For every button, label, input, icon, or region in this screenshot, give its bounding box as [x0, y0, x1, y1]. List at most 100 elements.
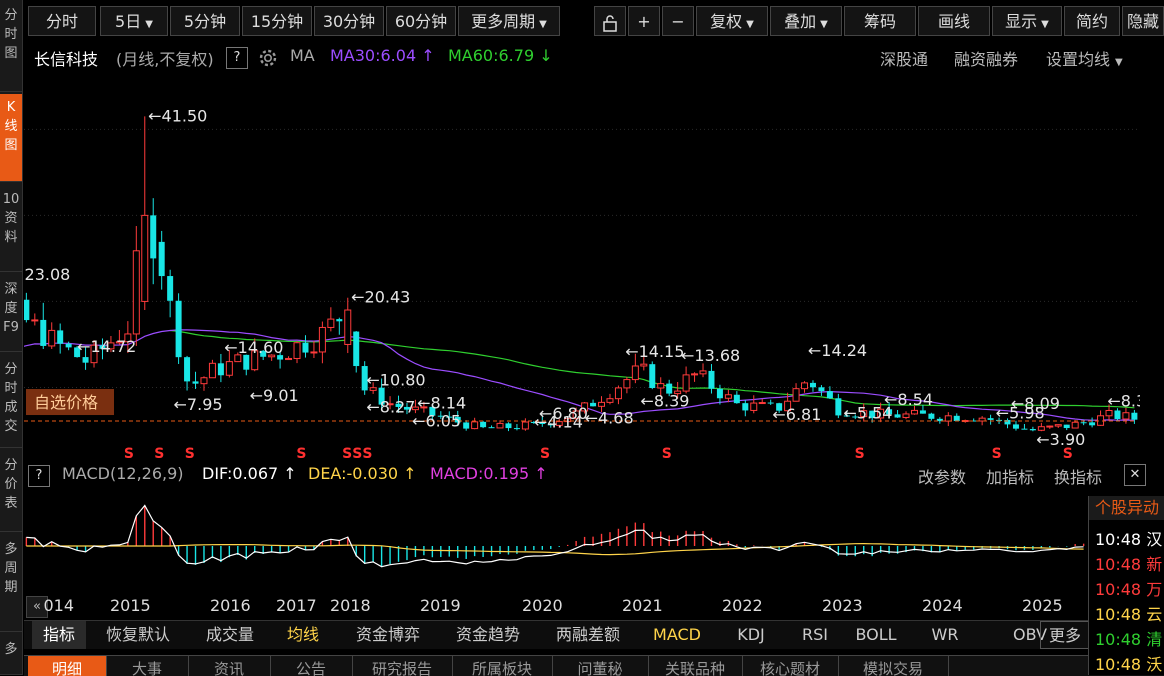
- candle-body: [132, 250, 140, 335]
- indicator-tab[interactable]: BOLL: [846, 621, 906, 649]
- min5-button[interactable]: 5分钟: [170, 6, 240, 36]
- jianyue-button[interactable]: 简约: [1064, 6, 1120, 36]
- left-tab-3[interactable]: 深 度 F9: [0, 274, 22, 352]
- indicator-tab[interactable]: 更多: [1040, 621, 1090, 649]
- huaxian-button[interactable]: 画线: [918, 6, 990, 36]
- candle-body: [505, 423, 512, 429]
- price-annotation: ←8.39: [640, 391, 689, 410]
- yincang-button[interactable]: 隐藏: [1122, 6, 1164, 36]
- bottom-tab[interactable]: 大事: [106, 656, 189, 676]
- params-button[interactable]: 改参数: [918, 464, 966, 488]
- price-annotation: ←14.60: [224, 338, 283, 357]
- xianshi-label: 显示: [1005, 12, 1038, 31]
- dif-text: DIF:0.067: [202, 464, 279, 483]
- alerts-title: 个股异动: [1089, 496, 1164, 520]
- bottom-tab[interactable]: 明细: [28, 656, 107, 676]
- price-annotation: ←8.27: [366, 397, 415, 416]
- period-5d-dropdown[interactable]: 5日 ▼: [100, 6, 168, 36]
- alert-row[interactable]: 10:48 万: [1095, 576, 1162, 600]
- zixuan-price-text: 自选价格: [34, 393, 98, 412]
- bottom-tab[interactable]: 所属板块: [452, 656, 553, 676]
- s-marker-icon[interactable]: S: [540, 446, 550, 460]
- alert-row[interactable]: 10:48 汉: [1095, 526, 1162, 550]
- lock-button[interactable]: [594, 6, 626, 36]
- indicator-tab[interactable]: 均线: [278, 621, 328, 649]
- candle-body: [200, 377, 208, 385]
- s-marker-icon[interactable]: S: [124, 446, 134, 460]
- indicator-tab[interactable]: RSI: [790, 621, 840, 649]
- margin-link[interactable]: 融资融券: [954, 46, 1018, 70]
- chouma-button[interactable]: 筹码: [844, 6, 916, 36]
- left-tab-4[interactable]: 分 时 成 交: [0, 354, 22, 448]
- s-marker-icon[interactable]: S: [992, 446, 1002, 460]
- indicator-tab[interactable]: 资金趋势: [442, 621, 534, 649]
- bottom-tab[interactable]: 资讯: [188, 656, 271, 676]
- candle-body: [598, 401, 606, 407]
- s-marker-icon[interactable]: S: [342, 446, 352, 460]
- bottom-tab[interactable]: 模拟交易: [838, 656, 949, 676]
- indicator-tab[interactable]: MACD: [642, 621, 712, 649]
- more-periods-dropdown[interactable]: 更多周期 ▼: [458, 6, 560, 36]
- left-sidebar: 分 时 图K 线 图 10 资 料深 度 F9 分 时 成 交分 价 表多 周 期多: [0, 0, 23, 675]
- year-axis: « 20142015201620172018201920202021202220…: [24, 596, 1088, 618]
- bottom-tab[interactable]: 研究报告: [352, 656, 453, 676]
- close-icon[interactable]: ✕: [1124, 464, 1146, 486]
- min15-button[interactable]: 15分钟: [242, 6, 312, 36]
- candle-body: [1046, 425, 1054, 428]
- bottom-tab[interactable]: 关联品种: [648, 656, 743, 676]
- kline-chart[interactable]: 自选价格 ←41.50 ←23.08 ←14.72 ←20.43 ←14.60 ←9.01…: [24, 72, 1140, 460]
- left-tab-6[interactable]: 多 周 期: [0, 534, 22, 632]
- bottom-tab[interactable]: 问董秘: [552, 656, 649, 676]
- zoom-in-button[interactable]: +: [628, 6, 660, 36]
- s-marker-icon[interactable]: S: [1063, 446, 1073, 460]
- left-tab-5[interactable]: 分 价 表: [0, 450, 22, 532]
- s-marker-icon[interactable]: S: [362, 446, 372, 460]
- macd-chart[interactable]: [24, 490, 1088, 594]
- candle-body: [733, 394, 740, 404]
- bottom-tab[interactable]: 核心题材: [742, 656, 839, 676]
- indicator-tab[interactable]: 恢复默认: [94, 621, 182, 649]
- dif-value: DIF:0.067 ↑: [202, 464, 297, 483]
- indicator-tab[interactable]: 资金博弈: [342, 621, 434, 649]
- left-tab-7[interactable]: 多: [0, 634, 22, 675]
- zixuan-price-label[interactable]: 自选价格: [26, 389, 114, 416]
- s-marker-icon[interactable]: S: [296, 446, 306, 460]
- add-indicator-button[interactable]: 加指标: [986, 464, 1034, 488]
- indicator-tab[interactable]: 两融差额: [542, 621, 634, 649]
- min60-label: 60分钟: [394, 12, 448, 31]
- help-button[interactable]: ?: [226, 47, 248, 69]
- price-annotation: ←41.50: [148, 106, 207, 125]
- alert-row[interactable]: 10:48 清: [1095, 626, 1162, 650]
- alert-row[interactable]: 10:48 新: [1095, 551, 1162, 575]
- bottom-tab[interactable]: 公告: [270, 656, 353, 676]
- alert-row[interactable]: 10:48 云: [1095, 601, 1162, 625]
- left-tab-0[interactable]: 分 时 图: [0, 0, 22, 92]
- indicator-tab[interactable]: KDJ: [724, 621, 778, 649]
- s-marker-icon[interactable]: S: [855, 446, 865, 460]
- set-ma-dropdown[interactable]: 设置均线 ▼: [1046, 46, 1123, 70]
- left-tab-1[interactable]: K 线 图: [0, 94, 22, 182]
- s-marker-icon[interactable]: S: [352, 446, 362, 460]
- gear-icon[interactable]: [258, 48, 278, 72]
- sgt-link[interactable]: 深股通: [880, 46, 928, 70]
- min30-button[interactable]: 30分钟: [314, 6, 384, 36]
- indicator-tab[interactable]: 指标: [32, 621, 86, 649]
- indicator-tab[interactable]: 成交量: [190, 621, 270, 649]
- s-marker-icon[interactable]: S: [185, 446, 195, 460]
- macd-label: MACD(12,26,9): [62, 464, 184, 483]
- swap-indicator-button[interactable]: 换指标: [1054, 464, 1102, 488]
- alert-row[interactable]: 10:48 沃: [1095, 651, 1162, 675]
- s-marker-icon[interactable]: S: [662, 446, 672, 460]
- fuquan-dropdown[interactable]: 复权 ▼: [696, 6, 768, 36]
- candle-body: [488, 427, 495, 429]
- xianshi-dropdown[interactable]: 显示 ▼: [992, 6, 1062, 36]
- fenshi-button[interactable]: 分时: [28, 6, 96, 36]
- s-marker-icon[interactable]: S: [154, 446, 164, 460]
- zoom-out-button[interactable]: −: [662, 6, 694, 36]
- min60-button[interactable]: 60分钟: [386, 6, 456, 36]
- diejia-dropdown[interactable]: 叠加 ▼: [770, 6, 842, 36]
- price-annotation: ←6.81: [772, 405, 821, 424]
- macd-help-button[interactable]: ?: [28, 465, 50, 487]
- indicator-tab[interactable]: WR: [920, 621, 970, 649]
- left-tab-2[interactable]: 10 资 料: [0, 184, 22, 272]
